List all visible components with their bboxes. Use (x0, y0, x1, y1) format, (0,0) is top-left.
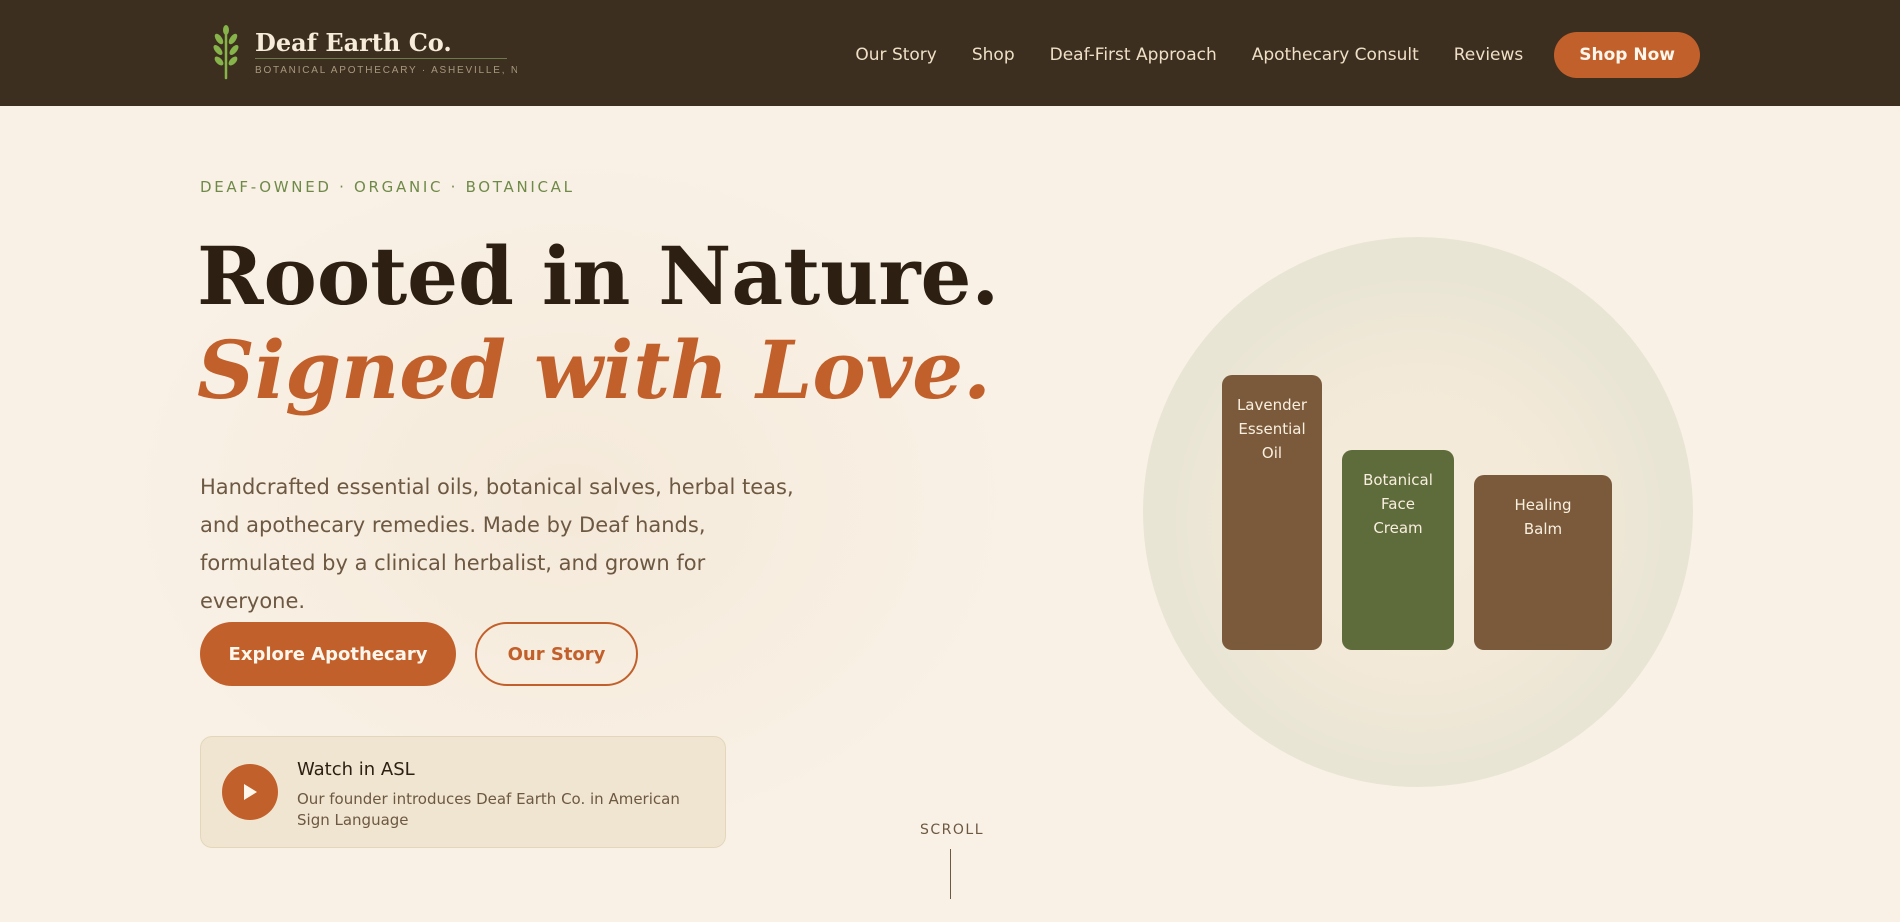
hero-headline-line-2: Signed with Love. (197, 323, 992, 417)
product-card-face-cream[interactable]: Botanical Face Cream (1342, 450, 1454, 650)
asl-card-title: Watch in ASL (297, 759, 415, 780)
product-card-healing-balm[interactable]: Healing Balm (1474, 475, 1612, 650)
product-label-line: Oil (1261, 444, 1283, 462)
brand-name: Deaf Earth Co. (255, 28, 452, 57)
site-header: Deaf Earth Co. BOTANICAL APOTHECARY · AS… (0, 0, 1900, 106)
hero-headline-line-1: Rooted in Nature. (197, 229, 1000, 323)
brand-tagline: BOTANICAL APOTHECARY · ASHEVILLE, NC (255, 65, 517, 76)
explore-apothecary-button[interactable]: Explore Apothecary (200, 622, 456, 686)
main-nav: Our Story Shop Deaf-First Approach Apoth… (855, 32, 1700, 78)
product-card-lavender-oil[interactable]: Lavender Essential Oil (1222, 375, 1322, 650)
hero-eyebrow: DEAF-OWNED · ORGANIC · BOTANICAL (200, 178, 575, 196)
nav-link-deaf-first-approach[interactable]: Deaf-First Approach (1050, 45, 1217, 65)
nav-link-our-story[interactable]: Our Story (855, 45, 936, 65)
asl-card-description: Our founder introduces Deaf Earth Co. in… (297, 790, 680, 829)
product-label-line: Lavender (1236, 396, 1308, 414)
play-button[interactable] (222, 764, 278, 820)
product-label-line: Cream (1373, 519, 1423, 537)
nav-link-apothecary-consult[interactable]: Apothecary Consult (1252, 45, 1419, 65)
product-label-line: Healing (1514, 496, 1572, 514)
brand-divider (255, 58, 507, 59)
asl-video-card[interactable]: Watch in ASL Our founder introduces Deaf… (200, 736, 726, 848)
product-label-line: Face (1381, 495, 1415, 513)
product-label-line: Balm (1523, 520, 1563, 538)
shop-now-button[interactable]: Shop Now (1554, 32, 1700, 78)
scroll-indicator-line (950, 849, 951, 899)
hero-description: Handcrafted essential oils, botanical sa… (200, 475, 794, 613)
our-story-button[interactable]: Our Story (475, 622, 638, 686)
play-icon (244, 784, 257, 800)
brand-logo[interactable]: Deaf Earth Co. BOTANICAL APOTHECARY · AS… (210, 24, 520, 82)
sprig-icon (213, 25, 239, 80)
nav-link-reviews[interactable]: Reviews (1454, 45, 1524, 65)
product-label-line: Essential (1238, 420, 1306, 438)
nav-link-shop[interactable]: Shop (972, 45, 1015, 65)
scroll-indicator-label: SCROLL (920, 822, 985, 838)
product-label-line: Botanical (1363, 471, 1433, 489)
